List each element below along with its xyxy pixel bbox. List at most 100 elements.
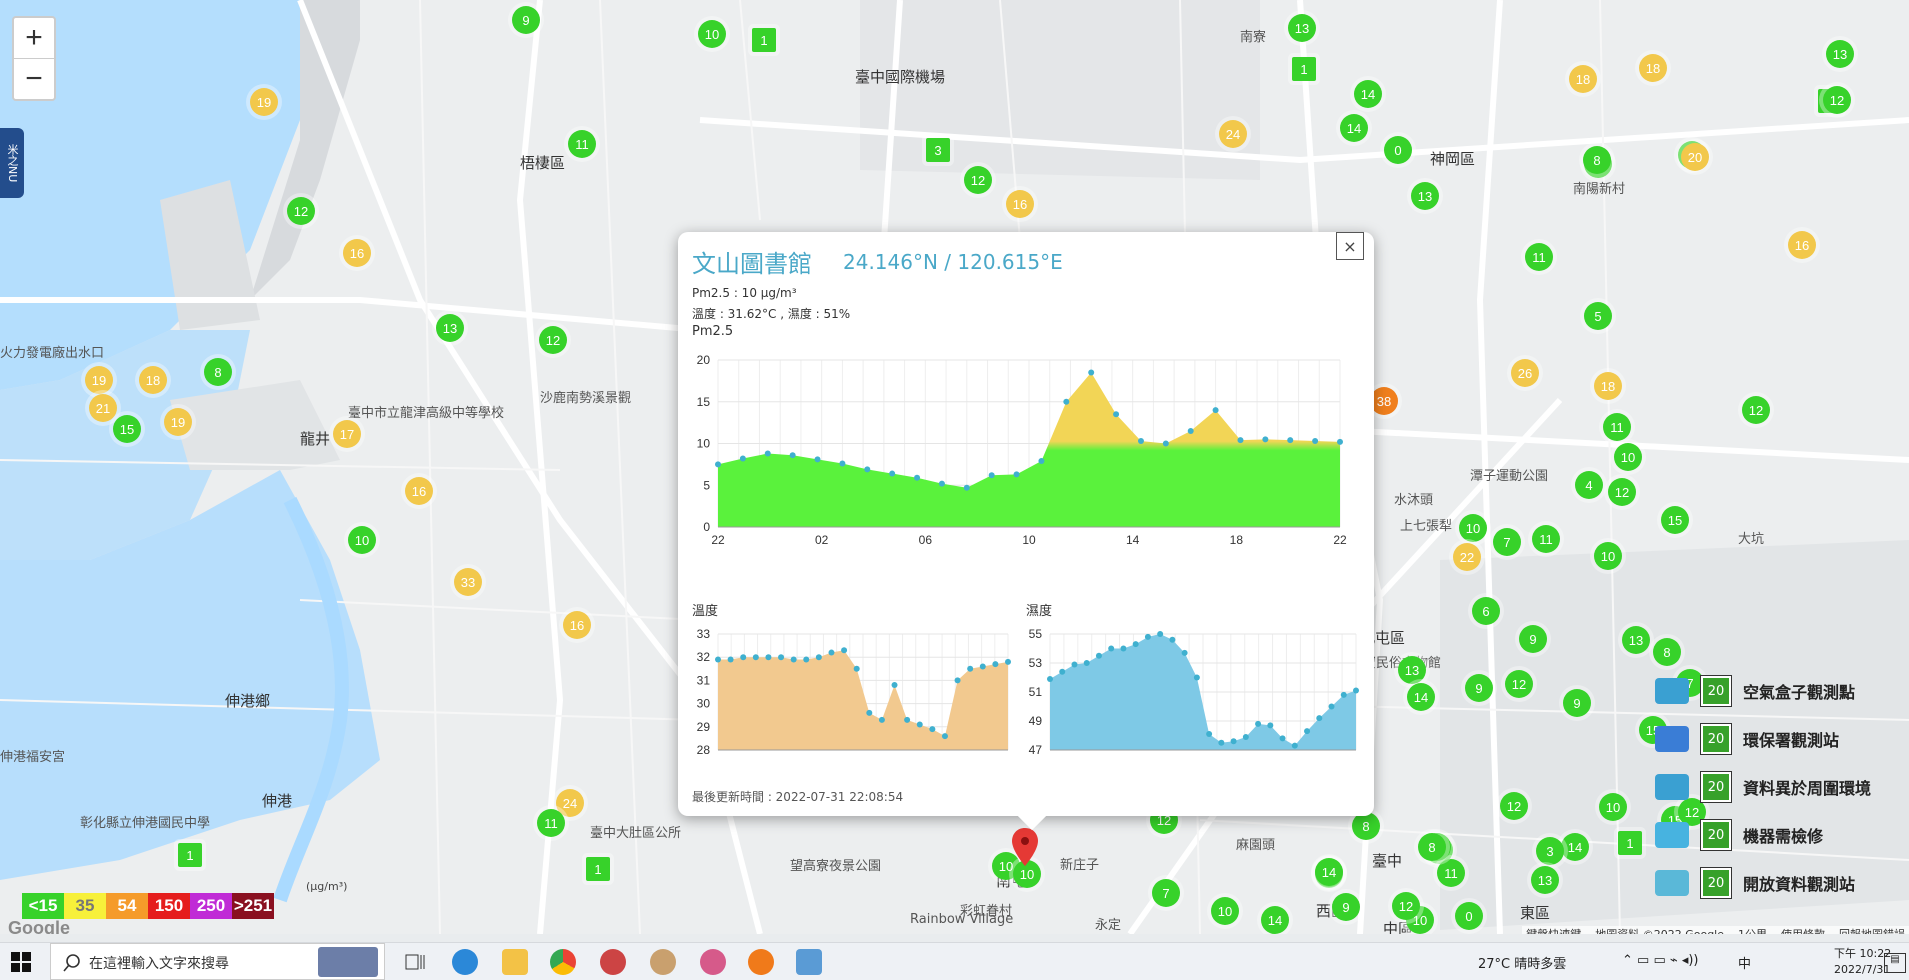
sensor-marker[interactable]: 1 — [178, 843, 202, 867]
app-icon-1[interactable] — [600, 949, 626, 975]
sensor-marker[interactable]: 19 — [85, 366, 113, 394]
sensor-marker[interactable]: 12 — [1505, 670, 1533, 698]
sensor-marker[interactable]: 10 — [348, 526, 376, 554]
sensor-marker[interactable]: 8 — [1653, 638, 1681, 666]
sensor-marker[interactable]: 13 — [1411, 182, 1439, 210]
sensor-marker[interactable]: 14 — [1261, 906, 1289, 934]
sensor-marker[interactable]: 11 — [1603, 413, 1631, 441]
attribution-item[interactable]: 鍵盤快速鍵 — [1526, 926, 1581, 934]
zoom-in-button[interactable]: + — [14, 18, 54, 59]
sensor-marker[interactable]: 16 — [405, 477, 433, 505]
side-menu-tab[interactable]: 米之NU — [0, 128, 24, 198]
sensor-marker[interactable]: 13 — [1398, 656, 1426, 684]
sensor-marker[interactable]: 1 — [586, 857, 610, 881]
popup-close-button[interactable]: × — [1336, 232, 1364, 260]
sensor-marker[interactable]: 12 — [1392, 892, 1420, 920]
sensor-marker[interactable]: 16 — [343, 239, 371, 267]
sensor-marker[interactable]: 8 — [1583, 146, 1611, 174]
sensor-marker[interactable]: 21 — [89, 394, 117, 422]
sensor-marker[interactable]: 1 — [752, 28, 776, 52]
layer-legend-item[interactable]: 20 開放資料觀測站 — [1655, 868, 1909, 898]
sensor-marker[interactable]: 18 — [139, 366, 167, 394]
sensor-marker[interactable]: 11 — [537, 809, 565, 837]
sensor-marker[interactable]: 7 — [1493, 528, 1521, 556]
notification-icon[interactable]: ▤ — [1884, 953, 1906, 973]
sensor-marker[interactable]: 3 — [926, 138, 950, 162]
sensor-marker[interactable]: 10 — [1614, 443, 1642, 471]
sensor-marker[interactable]: 3 — [1536, 837, 1564, 865]
sensor-marker[interactable]: 26 — [1511, 359, 1539, 387]
sensor-marker[interactable]: 13 — [1826, 40, 1854, 68]
sensor-marker[interactable]: 13 — [1531, 866, 1559, 894]
sensor-marker[interactable]: 8 — [204, 358, 232, 386]
sensor-marker[interactable]: 12 — [1608, 478, 1636, 506]
sensor-marker[interactable]: 11 — [1525, 243, 1553, 271]
sensor-marker[interactable]: 0 — [1384, 136, 1412, 164]
sensor-marker[interactable]: 9 — [512, 6, 540, 34]
sensor-marker[interactable]: 33 — [454, 568, 482, 596]
sensor-marker[interactable]: 10 — [1599, 793, 1627, 821]
ime-indicator[interactable]: 中 — [1738, 953, 1751, 972]
layer-legend-item[interactable]: 20 資料異於周圍環境 — [1655, 772, 1909, 802]
sensor-marker[interactable]: 16 — [1788, 231, 1816, 259]
sensor-marker[interactable]: 10 — [1594, 542, 1622, 570]
system-tray-icons[interactable]: ⌃ ▭ ▭ ⌁ ◂)) — [1622, 953, 1742, 968]
clock-time[interactable]: 下午 10:22 — [1834, 945, 1891, 961]
sensor-marker[interactable]: 14 — [1340, 114, 1368, 142]
sensor-marker[interactable]: 13 — [1622, 626, 1650, 654]
windows-start-icon[interactable] — [10, 951, 32, 973]
task-view-icon[interactable] — [405, 952, 425, 972]
sensor-marker[interactable]: 1 — [1292, 57, 1316, 81]
sensor-marker[interactable]: 9 — [1519, 625, 1547, 653]
sensor-marker[interactable]: 8 — [1418, 833, 1446, 861]
sensor-marker[interactable]: 16 — [1006, 190, 1034, 218]
app-icon-2[interactable] — [650, 949, 676, 975]
sensor-marker[interactable]: 12 — [287, 197, 315, 225]
sensor-marker[interactable]: 5 — [1584, 302, 1612, 330]
blender-icon[interactable] — [748, 949, 774, 975]
selected-location-pin[interactable] — [1010, 826, 1040, 868]
sensor-marker[interactable]: 13 — [1288, 14, 1316, 42]
sensor-marker[interactable]: 18 — [1569, 65, 1597, 93]
attribution-item[interactable]: 回報地圖錯誤 — [1839, 926, 1905, 934]
sensor-marker[interactable]: 11 — [568, 130, 596, 158]
sensor-marker[interactable]: 12 — [1500, 792, 1528, 820]
sensor-marker[interactable]: 12 — [1742, 396, 1770, 424]
sensor-marker[interactable]: 10 — [698, 20, 726, 48]
file-explorer-icon[interactable] — [502, 949, 528, 975]
sensor-marker[interactable]: 12 — [539, 326, 567, 354]
attribution-item[interactable]: 地圖資料 ©2022 Google — [1595, 926, 1724, 934]
sensor-marker[interactable]: 6 — [1472, 597, 1500, 625]
sensor-marker[interactable]: 9 — [1563, 689, 1591, 717]
sensor-marker[interactable]: 19 — [164, 408, 192, 436]
sensor-marker[interactable]: 9 — [1332, 893, 1360, 921]
sensor-marker[interactable]: 14 — [1354, 80, 1382, 108]
sensor-marker[interactable]: 10 — [1211, 897, 1239, 925]
sensor-marker[interactable]: 7 — [1152, 879, 1180, 907]
sensor-marker[interactable]: 17 — [333, 420, 361, 448]
sensor-marker[interactable]: 18 — [1594, 372, 1622, 400]
sensor-marker[interactable]: 11 — [1437, 859, 1465, 887]
clock-date[interactable]: 2022/7/31 — [1834, 963, 1890, 976]
layer-legend-item[interactable]: 20 環保署觀測站 — [1655, 724, 1909, 754]
sensor-marker[interactable]: 13 — [436, 314, 464, 342]
sensor-marker[interactable]: 20 — [1681, 143, 1709, 171]
sensor-marker[interactable]: 0 — [1455, 902, 1483, 930]
sensor-marker[interactable]: 15 — [1661, 506, 1689, 534]
sensor-marker[interactable]: 14 — [1407, 683, 1435, 711]
chrome-icon[interactable] — [550, 949, 576, 975]
sensor-marker[interactable]: 15 — [113, 415, 141, 443]
sensor-marker[interactable]: 12 — [964, 166, 992, 194]
sensor-marker[interactable]: 24 — [1219, 120, 1247, 148]
sensor-marker[interactable]: 1 — [1618, 831, 1642, 855]
sensor-marker[interactable]: 4 — [1575, 471, 1603, 499]
map[interactable]: 臺中國際機場 梧棲區 神岡區 北屯區 臺中 龍井 伸港鄉 伸港 南屯 西區 中區 東區 彩虹眷村 Rain… — [0, 0, 1909, 934]
app-icon-3[interactable] — [700, 949, 726, 975]
sensor-marker[interactable]: 9 — [1465, 674, 1493, 702]
sensor-marker[interactable]: 18 — [1639, 54, 1667, 82]
sensor-marker[interactable]: 8 — [1352, 812, 1380, 840]
weather-status[interactable]: 27°C 晴時多雲 — [1478, 953, 1566, 972]
sensor-marker[interactable]: 12 — [1823, 86, 1851, 114]
sensor-marker[interactable]: 11 — [1532, 525, 1560, 553]
sensor-marker[interactable]: 22 — [1453, 543, 1481, 571]
